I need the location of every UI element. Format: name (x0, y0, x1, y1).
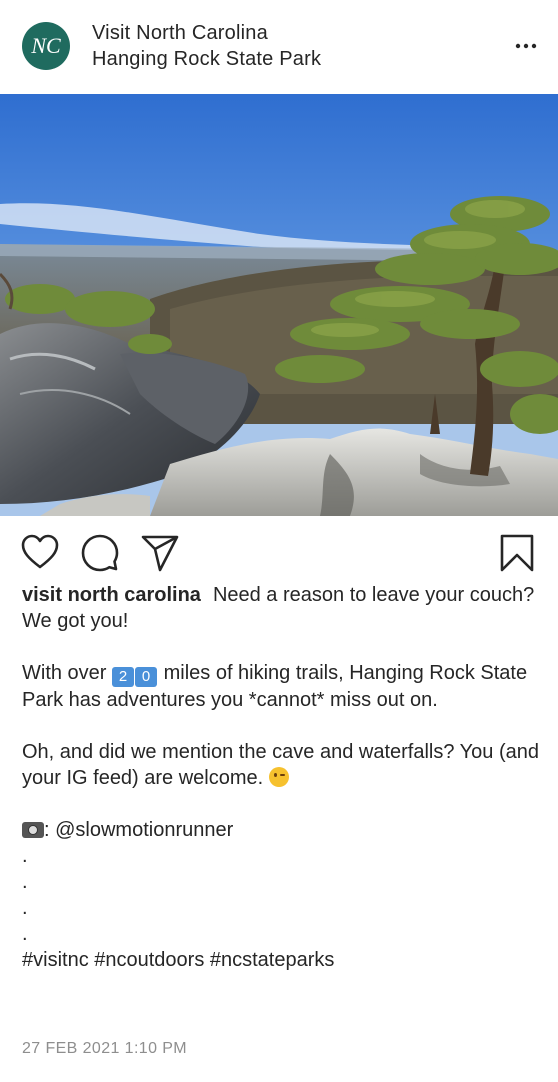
post-actions (0, 516, 558, 586)
account-avatar[interactable]: NC (22, 22, 70, 70)
keycap-digit-two: 2 (112, 667, 135, 687)
caption-dot: . (22, 923, 28, 945)
comment-icon[interactable] (81, 534, 119, 572)
caption-dot: . (22, 871, 28, 893)
caption-cave: Oh, and did we mention the cave and wate… (22, 739, 542, 791)
camera-icon (22, 822, 44, 838)
caption-line2-pre: With over (22, 662, 113, 684)
post-header: NC Visit North Carolina Hanging Rock Sta… (0, 0, 558, 94)
heart-icon[interactable] (21, 534, 59, 572)
post-photo[interactable] (0, 94, 558, 516)
photo-credit[interactable]: : @slowmotionrunner (44, 819, 233, 841)
post-location[interactable]: Hanging Rock State Park (92, 46, 321, 72)
caption-hashtags[interactable]: #visitnc #ncoutdoors #ncstateparks (22, 947, 542, 973)
caption-dot: . (22, 897, 28, 919)
caption-intro: visit north carolina Need a reason to lea… (22, 582, 542, 634)
bookmark-icon[interactable] (498, 534, 536, 572)
account-info: Visit North Carolina Hanging Rock State … (92, 20, 321, 72)
caption-credit: : @slowmotionrunner (22, 817, 542, 843)
post-timestamp: 27 FEB 2021 1:10 PM (22, 1040, 188, 1057)
caption-trails: With over 20 miles of hiking trails, Han… (22, 660, 542, 713)
send-icon[interactable] (141, 534, 179, 572)
post-caption: visit north carolina Need a reason to lea… (22, 582, 542, 973)
keycap-digit-zero: 0 (135, 667, 158, 687)
winking-face-icon (268, 767, 289, 787)
svg-text:NC: NC (30, 33, 61, 58)
caption-dot: . (22, 845, 28, 867)
caption-username[interactable]: visit north carolina (22, 584, 201, 606)
account-name[interactable]: Visit North Carolina (92, 20, 321, 46)
more-options-icon[interactable] (514, 36, 538, 56)
nc-logo-icon: NC (30, 33, 61, 58)
